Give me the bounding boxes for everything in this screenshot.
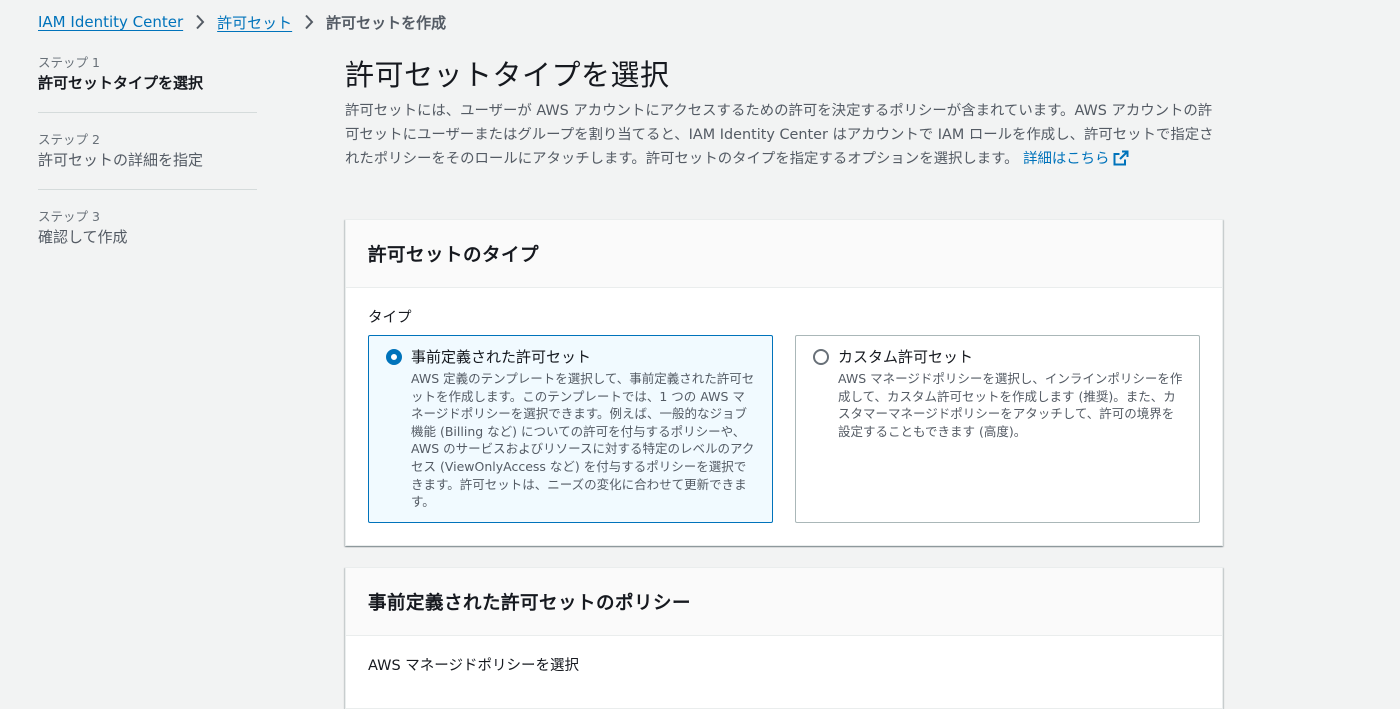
type-field-label: タイプ [368, 310, 412, 326]
step-number: ステップ 3 [38, 209, 100, 224]
predefined-policy-card: 事前定義された許可セットのポリシー AWS マネージドポリシーを選択 [345, 567, 1223, 709]
tile-description: AWS 定義のテンプレートを選択して、事前定義された許可セットを作成します。この… [411, 371, 755, 510]
step-title: 許可セットの詳細を指定 [38, 151, 204, 169]
step-number: ステップ 2 [38, 132, 100, 147]
tile-description: AWS マネージドポリシーを選択し、インラインポリシーを作成して、カスタム許可セ… [838, 371, 1183, 439]
step-1: ステップ 1 許可セットタイプを選択 [38, 54, 257, 94]
custom-permission-set-tile[interactable]: カスタム許可セット AWS マネージドポリシーを選択し、インラインポリシーを作成… [795, 335, 1200, 523]
step-divider [38, 189, 257, 190]
chevron-right-icon [188, 14, 212, 30]
card-title: 許可セットのタイプ [368, 244, 540, 266]
predefined-radio[interactable] [386, 349, 402, 365]
learn-more-link[interactable]: 詳細はこちら [1023, 150, 1129, 167]
page-title: 許可セットタイプを選択 [345, 58, 670, 92]
breadcrumb: IAM Identity Center 許可セット 許可セットを作成 [38, 10, 446, 34]
step-3: ステップ 3 確認して作成 [38, 208, 257, 248]
managed-policy-field-label: AWS マネージドポリシーを選択 [368, 658, 579, 674]
predefined-permission-set-tile[interactable]: 事前定義された許可セット AWS 定義のテンプレートを選択して、事前定義された許… [368, 335, 773, 523]
chevron-right-icon [297, 14, 321, 30]
custom-radio[interactable] [813, 349, 829, 365]
card-header: 事前定義された許可セットのポリシー [346, 568, 1222, 636]
step-divider [38, 112, 257, 113]
breadcrumb-link-iam-identity-center[interactable]: IAM Identity Center [38, 13, 183, 31]
main-content: 許可セットタイプを選択 許可セットには、ユーザーが AWS アカウントにアクセス… [345, 55, 1223, 709]
step-number: ステップ 1 [38, 55, 100, 70]
breadcrumb-current: 許可セットを作成 [326, 13, 447, 32]
breadcrumb-link-permission-sets[interactable]: 許可セット [217, 12, 292, 33]
external-link-icon [1113, 150, 1129, 174]
page-description: 許可セットには、ユーザーが AWS アカウントにアクセスするための許可を決定する… [345, 99, 1221, 174]
permission-set-type-card: 許可セットのタイプ タイプ 事前定義された許可セット AWS 定義のテンプレート… [345, 219, 1223, 546]
tile-title: 事前定義された許可セット [411, 348, 592, 366]
wizard-steps: ステップ 1 許可セットタイプを選択 ステップ 2 許可セットの詳細を指定 ステ… [38, 54, 257, 248]
card-body: タイプ 事前定義された許可セット AWS 定義のテンプレートを選択して、事前定義… [346, 288, 1222, 545]
step-title: 許可セットタイプを選択 [38, 74, 204, 92]
step-2: ステップ 2 許可セットの詳細を指定 [38, 131, 257, 171]
card-header: 許可セットのタイプ [346, 220, 1222, 288]
card-body: AWS マネージドポリシーを選択 [346, 636, 1222, 697]
step-title: 確認して作成 [38, 228, 128, 246]
type-tiles: 事前定義された許可セット AWS 定義のテンプレートを選択して、事前定義された許… [368, 335, 1200, 523]
card-title: 事前定義された許可セットのポリシー [368, 592, 692, 614]
tile-title: カスタム許可セット [838, 348, 974, 366]
learn-more-label: 詳細はこちら [1023, 151, 1110, 167]
